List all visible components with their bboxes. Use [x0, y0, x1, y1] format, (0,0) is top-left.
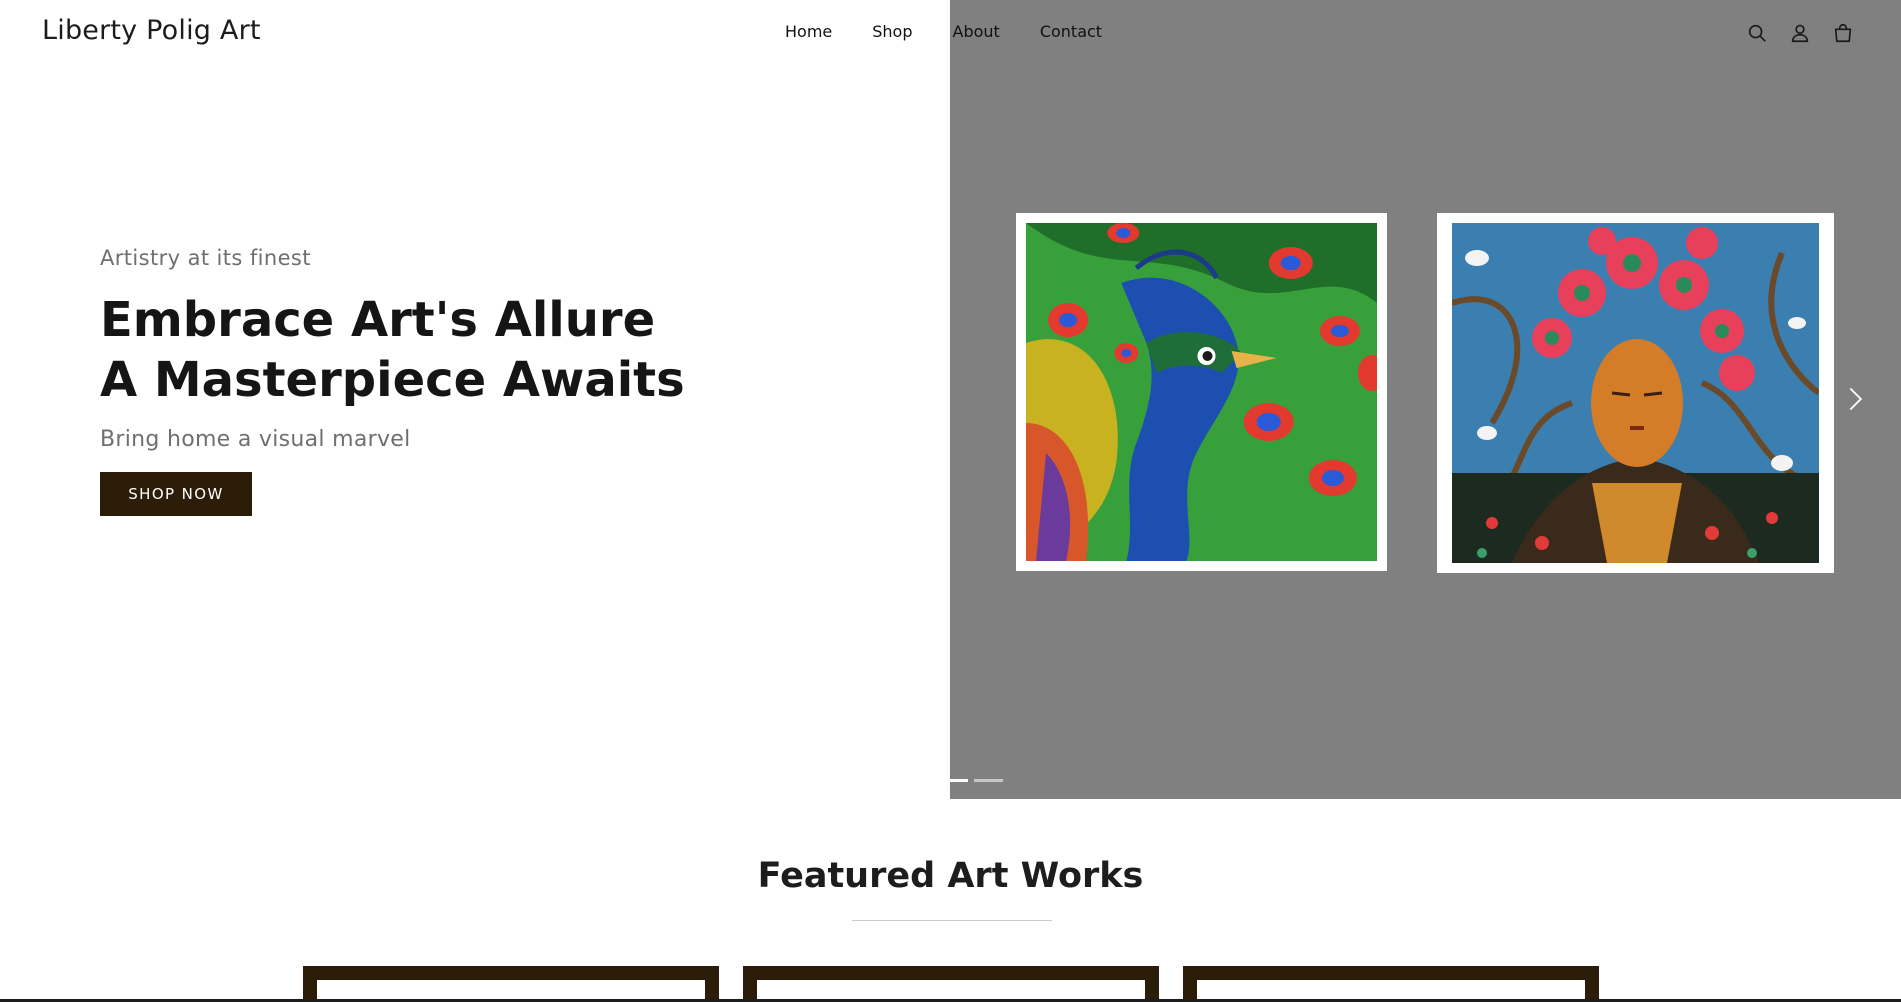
hero-heading-line-2: A Masterpiece Awaits [100, 352, 685, 408]
peacock-painting [1026, 223, 1377, 561]
main-nav: Home Shop About Contact [785, 22, 1142, 41]
nav-about[interactable]: About [953, 22, 1000, 41]
nav-shop[interactable]: Shop [872, 22, 912, 41]
featured-card[interactable] [743, 966, 1159, 1002]
account-icon[interactable] [1787, 20, 1813, 46]
slide-dot-2[interactable] [974, 779, 1003, 782]
site-header: Liberty Polig Art Home Shop About Contac… [0, 0, 1901, 66]
artwork-peacock[interactable] [1016, 213, 1387, 571]
hero-subheading: Bring home a visual marvel [100, 427, 411, 452]
nav-home[interactable]: Home [785, 22, 832, 41]
featured-divider [852, 920, 1052, 921]
header-actions [1744, 20, 1873, 46]
artwork-woman-flowers[interactable] [1437, 213, 1834, 573]
slide-indicators [950, 779, 1009, 782]
hero-heading: Embrace Art's Allure A Masterpiece Await… [100, 290, 860, 410]
featured-title: Featured Art Works [757, 856, 1144, 896]
hero-kicker: Artistry at its finest [100, 246, 311, 270]
next-slide-arrow[interactable] [1838, 382, 1872, 416]
chevron-right-icon [1849, 387, 1863, 411]
slide-dot-1[interactable] [950, 779, 968, 782]
woman-flowers-painting [1452, 223, 1819, 563]
page: Liberty Polig Art Home Shop About Contac… [0, 0, 1901, 1002]
cart-icon[interactable] [1830, 20, 1856, 46]
hero-content: Artistry at its finest Embrace Art's All… [100, 246, 860, 516]
search-icon[interactable] [1744, 20, 1770, 46]
site-logo[interactable]: Liberty Polig Art [42, 15, 261, 46]
nav-contact[interactable]: Contact [1040, 22, 1102, 41]
featured-card[interactable] [303, 966, 719, 1002]
featured-card[interactable] [1183, 966, 1599, 1002]
shop-now-button[interactable]: SHOP NOW [100, 472, 252, 516]
hero-heading-line-1: Embrace Art's Allure [100, 292, 656, 348]
